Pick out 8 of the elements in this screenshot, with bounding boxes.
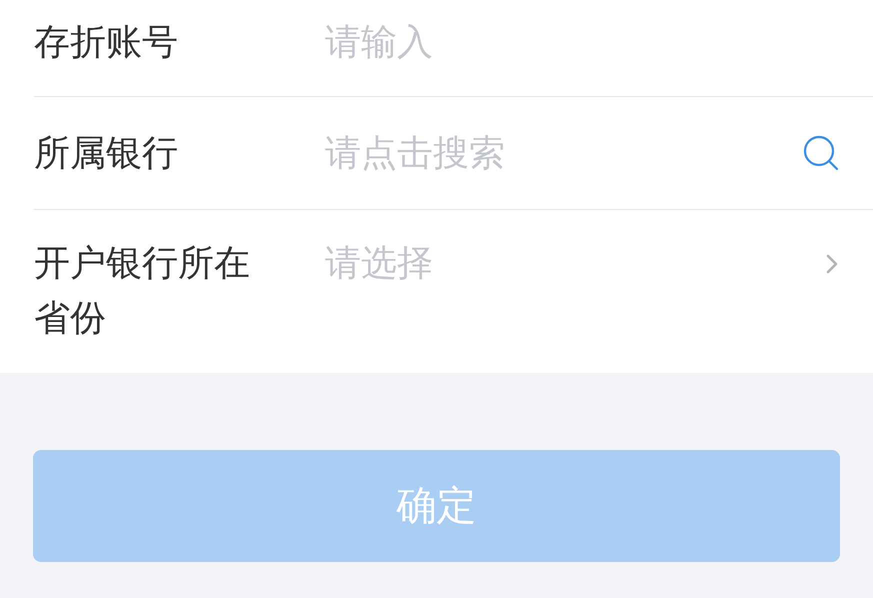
input-field[interactable]: 请点击搜索	[325, 126, 801, 180]
field-label: 所属银行	[34, 132, 179, 176]
input-field[interactable]: 请输入	[325, 14, 841, 70]
field-label: 开户银行所在省份	[34, 242, 251, 341]
field-label: 存折账号	[34, 20, 179, 64]
chevron-right-icon	[825, 252, 839, 274]
search-icon[interactable]	[801, 133, 841, 173]
input-field[interactable]: 请选择	[325, 236, 825, 291]
